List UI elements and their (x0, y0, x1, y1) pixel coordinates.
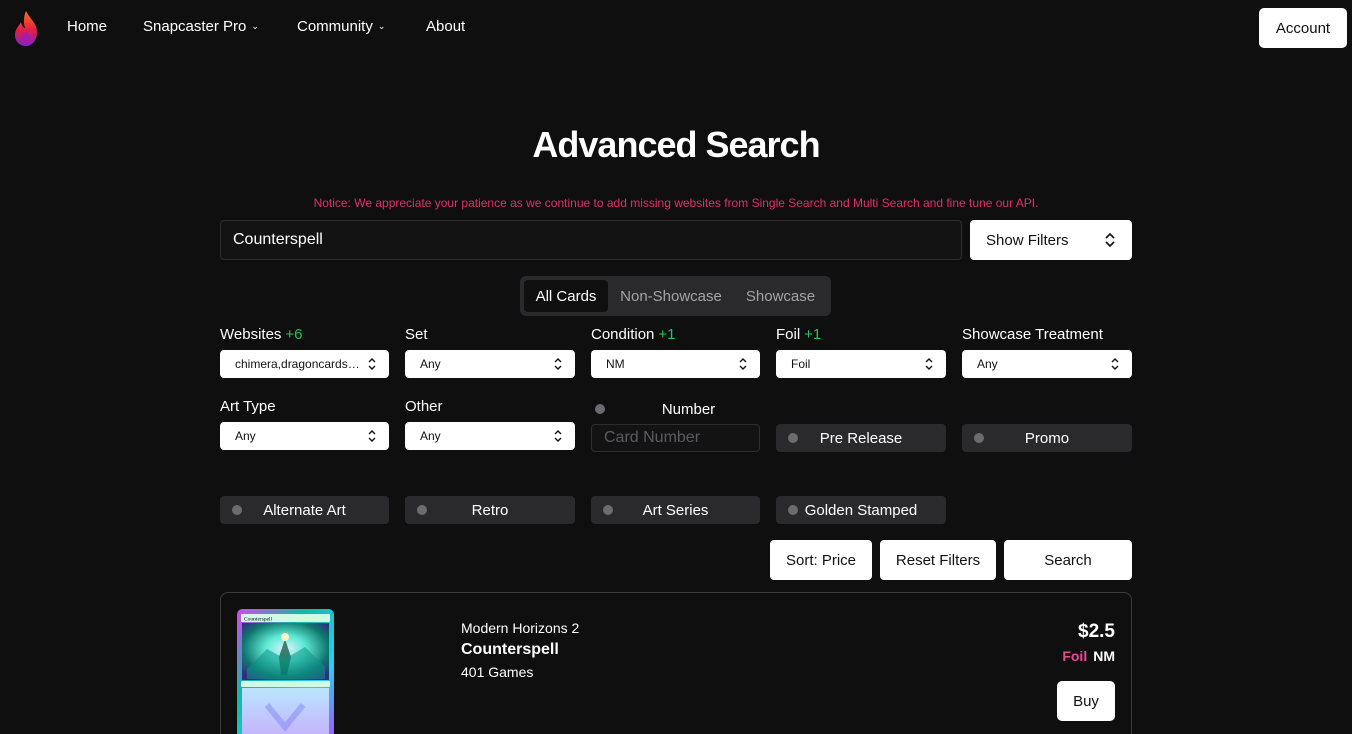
condition-label-text: Condition (591, 326, 655, 343)
chevron-down-icon: ⌄ (377, 21, 386, 31)
result-price: $2.5 (1078, 621, 1115, 642)
toggle-indicator-icon (232, 505, 242, 515)
other-value: Any (420, 429, 441, 443)
websites-select[interactable]: chimera,dragoncards,... (220, 350, 389, 378)
number-label: Number (661, 401, 716, 418)
art-series-toggle[interactable]: Art Series (591, 496, 760, 524)
card-artwork: Counterspell (237, 609, 334, 734)
golden-stamped-label: Golden Stamped (804, 501, 918, 519)
chevron-up-down-icon (739, 358, 747, 370)
websites-label-text: Websites (220, 326, 282, 343)
nav-pro-label: Snapcaster Pro (143, 18, 247, 35)
condition-badge: +1 (658, 326, 676, 343)
result-set-name: Modern Horizons 2 (461, 620, 580, 636)
other-label: Other (405, 398, 443, 415)
top-nav: Home Snapcaster Pro ⌄ Community ⌄ About Ac… (0, 0, 1352, 56)
foil-label: Foil +1 (776, 326, 821, 343)
toggle-indicator-icon (788, 505, 798, 515)
chevron-up-down-icon (368, 430, 376, 442)
alternate-art-label: Alternate Art (263, 501, 346, 519)
result-card: Counterspell Modern Horizons 2 Countersp… (220, 592, 1132, 734)
pre-release-label: Pre Release (819, 429, 903, 447)
foil-badge: Foil (1062, 648, 1088, 664)
websites-value: chimera,dragoncards,... (235, 357, 360, 371)
nav-pro-menu[interactable]: Snapcaster Pro ⌄ (143, 18, 259, 35)
reset-filters-button[interactable]: Reset Filters (880, 540, 996, 580)
show-filters-label: Show Filters (986, 231, 1069, 249)
chevron-down-icon: ⌄ (251, 21, 259, 31)
result-website: 401 Games (461, 664, 534, 680)
card-number-input[interactable] (591, 424, 760, 452)
segment-non-showcase[interactable]: Non-Showcase (608, 280, 734, 312)
chevron-up-down-icon (368, 358, 376, 370)
showcase-treatment-value: Any (977, 357, 998, 371)
nav-community-label: Community (297, 18, 373, 35)
card-type-segment: All Cards Non-Showcase Showcase (520, 276, 831, 316)
set-value: Any (420, 357, 441, 371)
art-type-value: Any (235, 429, 256, 443)
segment-all-cards[interactable]: All Cards (524, 280, 608, 312)
toggle-indicator-icon (417, 505, 427, 515)
account-button[interactable]: Account (1259, 8, 1347, 48)
nav-about-link[interactable]: About (426, 18, 465, 35)
chevron-up-down-icon (1111, 358, 1119, 370)
foil-value: Foil (791, 357, 811, 371)
pre-release-toggle[interactable]: Pre Release (776, 424, 946, 452)
toggle-indicator-icon (974, 433, 984, 443)
chevron-up-down-icon (1105, 232, 1115, 248)
foil-badge: +1 (804, 326, 822, 343)
chevron-up-down-icon (554, 430, 562, 442)
show-filters-button[interactable]: Show Filters (970, 220, 1132, 260)
page-title: Advanced Search (532, 124, 820, 165)
result-card-name[interactable]: Counterspell (461, 641, 559, 659)
toggle-indicator-icon (603, 505, 613, 515)
number-toggle[interactable]: Number (591, 396, 760, 422)
websites-badge: +6 (285, 326, 303, 343)
search-button[interactable]: Search (1004, 540, 1132, 580)
promo-label: Promo (1024, 429, 1070, 447)
flame-logo-icon[interactable] (12, 10, 40, 48)
foil-label-text: Foil (776, 326, 801, 343)
notice-text: Notice: We appreciate your patience as w… (313, 196, 1039, 210)
sort-button[interactable]: Sort: Price (770, 540, 872, 580)
nav-community-menu[interactable]: Community ⌄ (297, 18, 385, 35)
foil-select[interactable]: Foil (776, 350, 946, 378)
segment-showcase[interactable]: Showcase (734, 280, 827, 312)
result-tags: Foil NM (1062, 648, 1115, 664)
art-type-select[interactable]: Any (220, 422, 389, 450)
condition-value: NM (606, 357, 625, 371)
set-select[interactable]: Any (405, 350, 575, 378)
condition-label: Condition +1 (591, 326, 676, 343)
condition-select[interactable]: NM (591, 350, 760, 378)
toggle-indicator-icon (788, 433, 798, 443)
alternate-art-toggle[interactable]: Alternate Art (220, 496, 389, 524)
condition-badge: NM (1093, 648, 1115, 664)
search-input[interactable] (220, 220, 962, 260)
other-select[interactable]: Any (405, 422, 575, 450)
chevron-up-down-icon (925, 358, 933, 370)
card-image[interactable]: Counterspell (237, 609, 334, 734)
showcase-treatment-select[interactable]: Any (962, 350, 1132, 378)
promo-toggle[interactable]: Promo (962, 424, 1132, 452)
art-type-label: Art Type (220, 398, 276, 415)
retro-toggle[interactable]: Retro (405, 496, 575, 524)
art-series-label: Art Series (642, 501, 709, 519)
showcase-treatment-label: Showcase Treatment (962, 326, 1103, 343)
chevron-up-down-icon (554, 358, 562, 370)
golden-stamped-toggle[interactable]: Golden Stamped (776, 496, 946, 524)
set-label: Set (405, 326, 428, 343)
nav-home-link[interactable]: Home (67, 18, 107, 35)
websites-label: Websites +6 (220, 326, 303, 343)
card-title-text: Counterspell (244, 617, 273, 623)
retro-label: Retro (471, 501, 509, 519)
buy-button[interactable]: Buy (1057, 681, 1115, 721)
